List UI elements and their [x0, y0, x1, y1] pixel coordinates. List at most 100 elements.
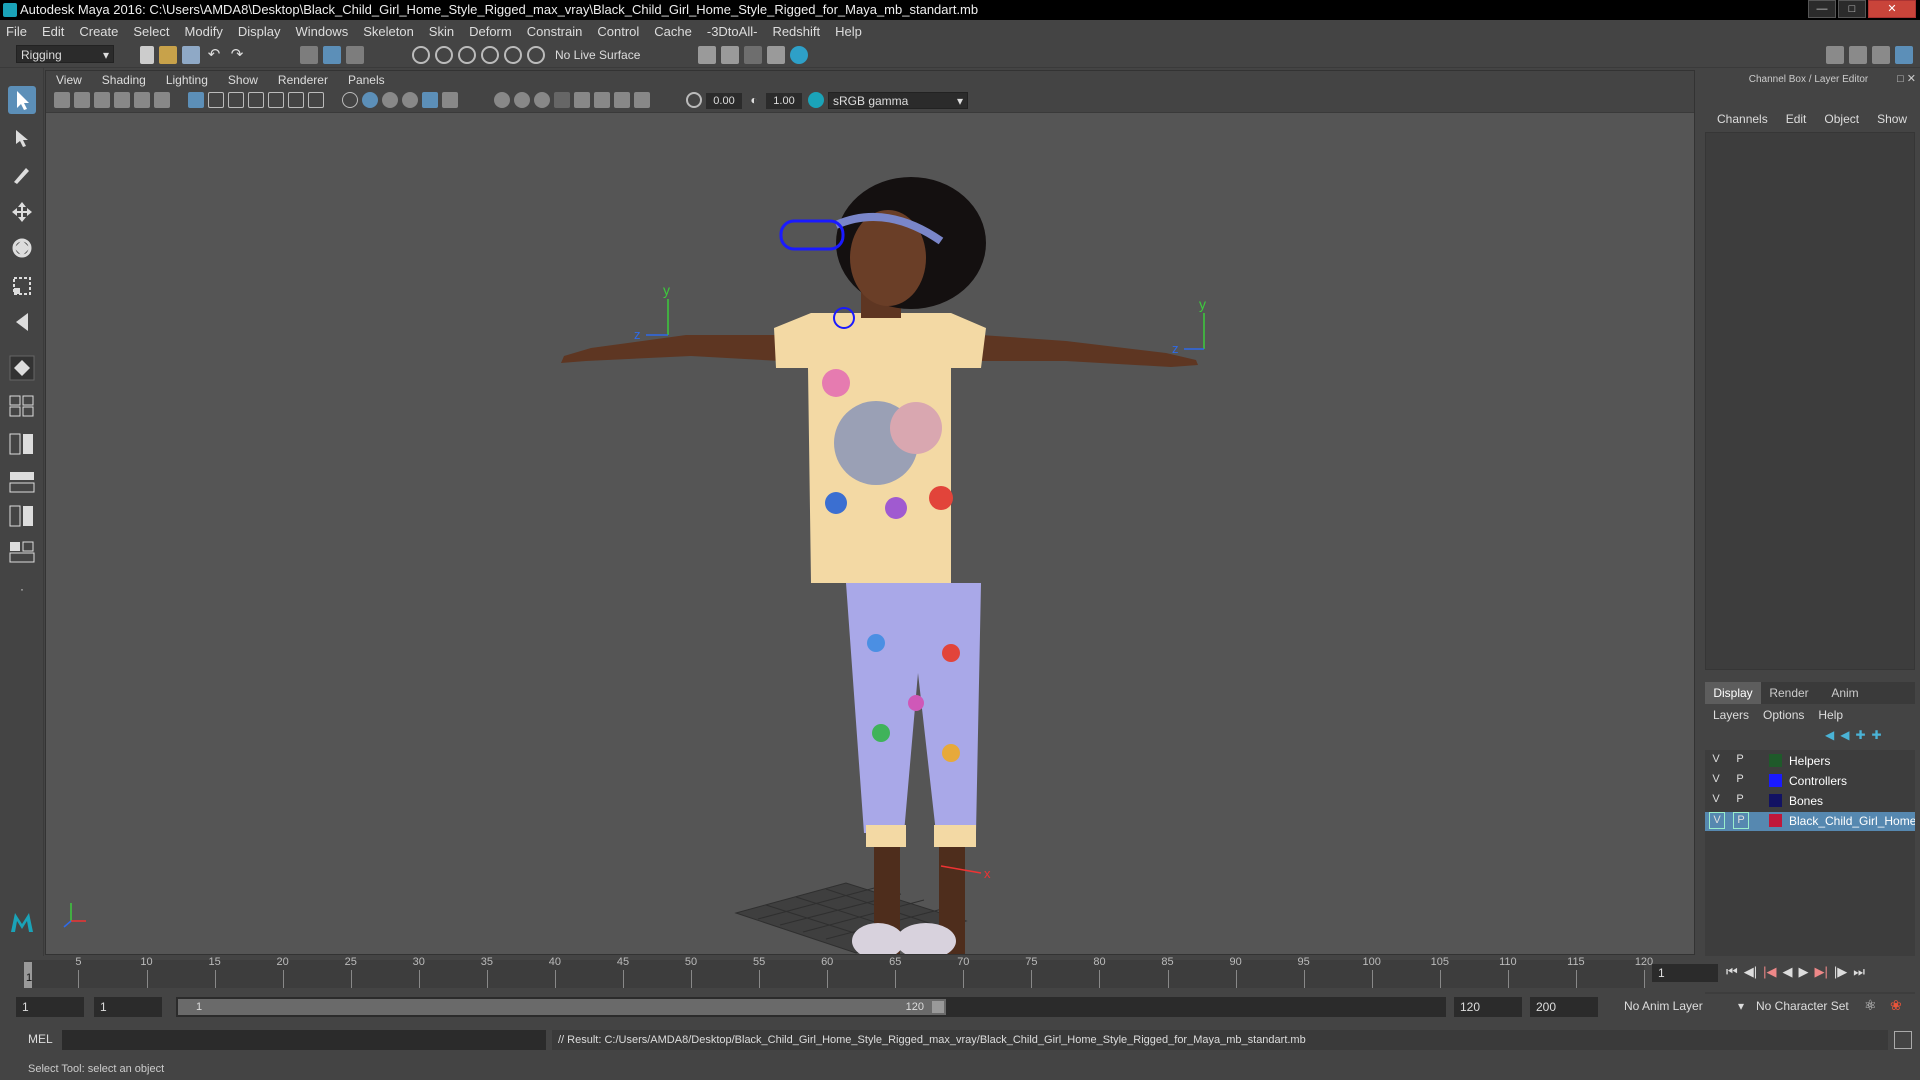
ipr-render-icon[interactable] — [744, 46, 762, 64]
go-to-start-icon[interactable]: ⏮ — [1726, 964, 1738, 980]
menu-control[interactable]: Control — [597, 24, 639, 39]
menu-redshift[interactable]: Redshift — [772, 24, 820, 39]
redo-icon[interactable]: ↷ — [228, 46, 246, 64]
go-to-end-icon[interactable]: ⏭ — [1853, 964, 1865, 980]
grid-icon[interactable] — [188, 92, 204, 108]
layer-menu-help[interactable]: Help — [1818, 708, 1843, 722]
xray-joints-icon[interactable] — [614, 92, 630, 108]
shadows-icon[interactable] — [494, 92, 510, 108]
step-forward-key-icon[interactable]: |▶ — [1834, 964, 1847, 980]
smooth-shade-icon[interactable] — [362, 92, 378, 108]
menu-windows[interactable]: Windows — [295, 24, 348, 39]
new-scene-icon[interactable] — [140, 46, 154, 64]
range-slider-bar[interactable]: 1 120 — [178, 999, 946, 1015]
tab-display[interactable]: Display — [1705, 682, 1761, 704]
script-editor-icon[interactable] — [1894, 1031, 1912, 1049]
safe-title-icon[interactable] — [308, 92, 324, 108]
layout-outliner-icon[interactable] — [8, 540, 36, 564]
command-input[interactable] — [62, 1030, 546, 1050]
render-current-icon[interactable] — [721, 46, 739, 64]
field-chart-icon[interactable] — [268, 92, 284, 108]
anim-layer-dropdown[interactable]: No Anim Layer ▾ — [1624, 999, 1744, 1013]
menu-skin[interactable]: Skin — [429, 24, 454, 39]
snap-curve-icon[interactable] — [435, 46, 453, 64]
viewport-menu-view[interactable]: View — [56, 71, 82, 89]
command-language-label[interactable]: MEL — [28, 1032, 53, 1046]
tab-render[interactable]: Render — [1761, 682, 1817, 704]
save-scene-icon[interactable] — [182, 46, 200, 64]
color-management-icon[interactable] — [808, 92, 824, 108]
menu-deform[interactable]: Deform — [469, 24, 512, 39]
default-material-icon[interactable] — [382, 92, 398, 108]
viewport-menu-renderer[interactable]: Renderer — [278, 71, 328, 89]
layer-color-swatch[interactable] — [1769, 794, 1782, 807]
viewport-menu-shading[interactable]: Shading — [102, 71, 146, 89]
range-start-field[interactable]: 1 — [16, 997, 84, 1017]
menu-file[interactable]: File — [6, 24, 27, 39]
two-d-pan-icon[interactable] — [134, 92, 150, 108]
image-plane-icon[interactable] — [114, 92, 130, 108]
undo-icon[interactable]: ↶ — [205, 46, 223, 64]
layer-menu-layers[interactable]: Layers — [1713, 708, 1749, 722]
step-back-frame-icon[interactable]: |◀ — [1763, 964, 1776, 980]
menu-display[interactable]: Display — [238, 24, 281, 39]
layer-visibility-toggle[interactable]: V — [1709, 812, 1725, 829]
modeling-toolkit-icon[interactable] — [1826, 46, 1844, 64]
backface-culling-icon[interactable] — [634, 92, 650, 108]
isolate-select-icon[interactable] — [574, 92, 590, 108]
close-button[interactable]: ✕ — [1868, 0, 1916, 18]
panel-float-close-icon[interactable]: □ ✕ — [1897, 72, 1916, 85]
layer-visibility-toggle[interactable]: V — [1709, 772, 1723, 787]
xray-icon[interactable] — [594, 92, 610, 108]
rotate-tool-icon[interactable] — [8, 234, 36, 262]
live-surface-field[interactable]: No Live Surface — [555, 46, 640, 64]
layer-playback-toggle[interactable]: P — [1733, 792, 1747, 807]
range-slider-handle[interactable] — [932, 1001, 944, 1013]
layer-playback-toggle[interactable]: P — [1733, 752, 1747, 767]
range-end-field[interactable]: 200 — [1530, 997, 1598, 1017]
last-tool-icon[interactable] — [8, 354, 36, 382]
color-space-dropdown[interactable]: sRGB gamma ▾ — [828, 92, 968, 109]
render-view-icon[interactable] — [698, 46, 716, 64]
menu-edit[interactable]: Edit — [42, 24, 64, 39]
render-settings-icon[interactable] — [767, 46, 785, 64]
exposure-field[interactable]: 0.00 — [706, 93, 742, 109]
anti-aliasing-icon[interactable] — [554, 92, 570, 108]
layer-menu-options[interactable]: Options — [1763, 708, 1804, 722]
gamma-field[interactable]: 1.00 — [766, 93, 802, 109]
layer-color-swatch[interactable] — [1769, 754, 1782, 767]
snap-magnet-icon[interactable] — [527, 46, 545, 64]
film-gate-icon[interactable] — [208, 92, 224, 108]
layout-two-view-icon[interactable] — [8, 432, 36, 456]
layout-persp-outliner-icon[interactable] — [8, 470, 36, 494]
layer-row-controllers[interactable]: V P Controllers — [1705, 772, 1915, 791]
scene-canvas[interactable]: y z y z x persp — [46, 113, 1695, 955]
expand-toolbox-icon[interactable]: · — [8, 582, 36, 602]
viewport-menu-panels[interactable]: Panels — [348, 71, 385, 89]
range-slider-track[interactable]: 1 120 — [176, 997, 1446, 1017]
select-component-icon[interactable] — [346, 46, 364, 64]
layer-row-bones[interactable]: V P Bones — [1705, 792, 1915, 811]
viewport-menu-lighting[interactable]: Lighting — [166, 71, 208, 89]
snap-live-icon[interactable] — [504, 46, 522, 64]
time-slider[interactable]: 1 5 10 15 20 25 30 35 40 45 50 55 60 65 70 75 80 85 90 95 1… — [0, 956, 1920, 992]
channel-box-menu-edit[interactable]: Edit — [1786, 112, 1807, 126]
snap-grid-icon[interactable] — [412, 46, 430, 64]
hypershade-icon[interactable] — [790, 46, 808, 64]
menu-set-dropdown[interactable]: Rigging ▾ — [16, 45, 114, 63]
layout-four-view-icon[interactable] — [8, 394, 36, 418]
universal-manipulator-icon[interactable] — [8, 308, 36, 336]
step-forward-frame-icon[interactable]: ▶| — [1814, 964, 1827, 980]
menu-modify[interactable]: Modify — [185, 24, 223, 39]
menu-create[interactable]: Create — [79, 24, 118, 39]
select-hierarchy-icon[interactable] — [300, 46, 318, 64]
playback-end-field[interactable]: 120 — [1454, 997, 1522, 1017]
attribute-editor-icon[interactable] — [1849, 46, 1867, 64]
lasso-tool-icon[interactable] — [8, 124, 36, 152]
play-backward-icon[interactable]: ◀ — [1782, 964, 1792, 980]
layout-graph-icon[interactable] — [8, 504, 36, 528]
play-forward-icon[interactable]: ▶ — [1798, 964, 1808, 980]
snap-point-icon[interactable] — [458, 46, 476, 64]
camera-attributes-icon[interactable] — [74, 92, 90, 108]
viewport-panel[interactable]: View Shading Lighting Show Renderer Pane… — [45, 70, 1695, 955]
